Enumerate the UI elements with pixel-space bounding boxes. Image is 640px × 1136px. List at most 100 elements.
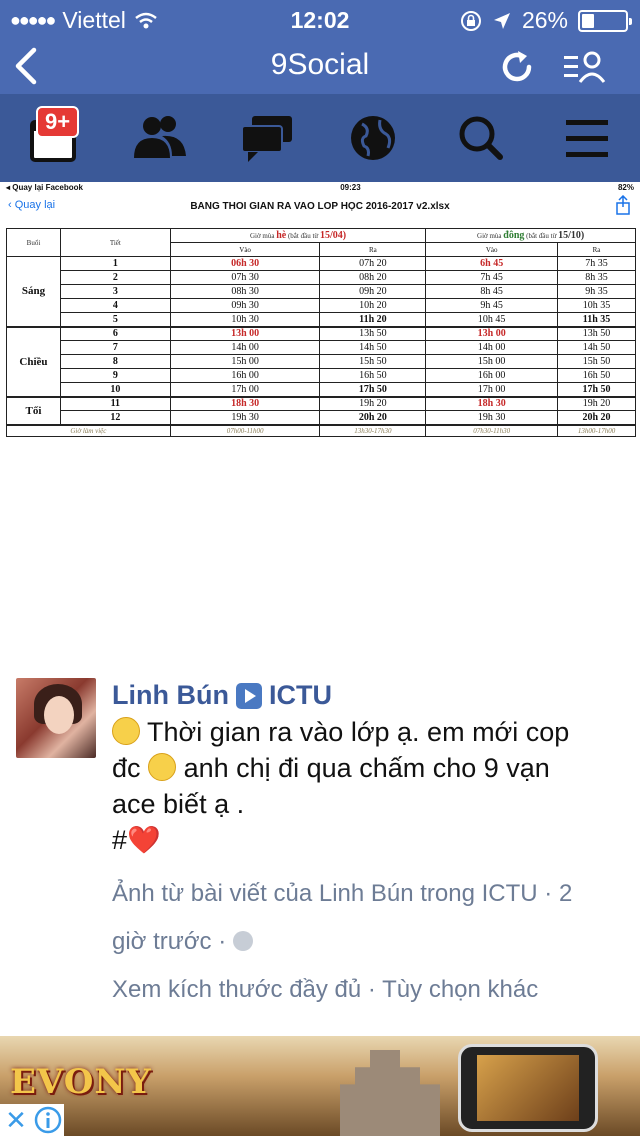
- time-cell: 8h 45: [425, 284, 559, 299]
- post-time: giờ trước ·: [112, 918, 632, 966]
- post-author[interactable]: Linh Bún ICTU: [112, 680, 332, 711]
- time-cell: 17h 50: [557, 382, 636, 397]
- session-cell: Chiều: [6, 325, 61, 397]
- period-cell: 11: [59, 395, 171, 411]
- search-icon[interactable]: [450, 108, 512, 168]
- time-cell: 16h 50: [557, 368, 636, 383]
- location-icon: [493, 12, 510, 29]
- time-cell: 6h 45: [425, 256, 559, 271]
- info-icon[interactable]: [32, 1104, 64, 1136]
- time-cell: 15h 00: [425, 354, 559, 369]
- tongue-emoji-icon: [148, 753, 177, 781]
- session-cell: Sáng: [6, 256, 61, 327]
- time-cell: 7h 35: [557, 256, 636, 271]
- header-winter: Giờ mùa đông (bắt đầu từ 15/10): [425, 228, 636, 243]
- period-cell: 7: [59, 340, 171, 355]
- battery-percent: 26%: [521, 7, 568, 33]
- header-ra-summer: Ra: [319, 242, 427, 257]
- time-cell: 15h 50: [319, 354, 427, 369]
- avatar[interactable]: [16, 678, 96, 758]
- table-row: 3 08h 30 09h 20 8h 45 9h 35: [7, 284, 636, 299]
- time-cell: 19h 20: [557, 395, 636, 411]
- table-row: 7 14h 00 14h 50 14h 00 14h 50: [7, 340, 636, 355]
- time-cell: 11h 35: [557, 312, 636, 327]
- table-row: 5 10h 30 11h 20 10h 45 11h 35: [7, 312, 636, 327]
- battery-fill: [582, 13, 594, 28]
- period-cell: 4: [59, 298, 171, 313]
- photo-time: 09:23: [340, 183, 361, 192]
- period-cell: 2: [59, 270, 171, 285]
- schedule-table: Buổi Tiết Giờ mùa hè (bắt đầu từ 15/04) …: [6, 228, 636, 437]
- period-cell: 12: [59, 410, 171, 425]
- header-vao-winter: Vào: [425, 242, 559, 257]
- photo-file-name: BANG THOI GIAN RA VAO LOP HỌC 2016-2017 …: [190, 201, 450, 212]
- globe-icon[interactable]: [342, 108, 404, 168]
- photo-source[interactable]: Ảnh từ bài viết của Linh Bún trong ICTU …: [112, 870, 632, 918]
- header-tiet: Tiết: [59, 228, 171, 257]
- period-cell: 8: [59, 354, 171, 369]
- time-cell: 7h 45: [425, 270, 559, 285]
- friends-icon[interactable]: [128, 108, 190, 168]
- ad-brand: EVONY: [10, 1062, 152, 1102]
- notification-badge: 9+: [36, 106, 80, 138]
- time-cell: 09h 20: [319, 284, 427, 299]
- status-bar: ●●●●● Viettel 12:02 26%: [0, 0, 640, 40]
- menu-icon[interactable]: [556, 108, 618, 168]
- share-icon: [616, 195, 630, 215]
- friends-list-icon[interactable]: [562, 44, 608, 90]
- time-cell: 08h 20: [319, 270, 427, 285]
- time-cell: 9h 45: [425, 298, 559, 313]
- photo-battery: 82%: [617, 183, 634, 192]
- header-buoi: Buổi: [6, 228, 61, 257]
- period-cell: 10: [59, 382, 171, 397]
- play-arrow-icon: [235, 682, 262, 709]
- period-cell: 5: [59, 312, 171, 327]
- time-cell: 10h 35: [557, 298, 636, 313]
- time-cell: 17h 00: [169, 382, 321, 397]
- table-row: 12 19h 30 20h 20 19h 30 20h 20: [7, 410, 636, 425]
- table-row: Chiều 6 13h 00 13h 50 13h 00 13h 50: [6, 325, 636, 397]
- header-vao-summer: Vào: [169, 242, 321, 257]
- time-cell: 16h 00: [169, 368, 321, 383]
- header-summer: Giờ mùa hè (bắt đầu từ 15/04): [169, 228, 427, 243]
- group-name[interactable]: ICTU: [269, 680, 332, 711]
- footer-label: Giờ làm việc: [6, 423, 171, 437]
- table-row: 4 09h 30 10h 20 9h 45 10h 35: [7, 298, 636, 313]
- session-cell: Tối: [6, 395, 61, 425]
- time-cell: 10h 30: [169, 312, 321, 327]
- ad-banner[interactable]: EVONY ✕: [0, 1036, 640, 1136]
- page-title: 9Social: [270, 48, 370, 81]
- smile-emoji-icon: [112, 717, 140, 745]
- table-row: Tối 11 18h 30 19h 20 18h 30 19h 20: [6, 395, 636, 425]
- time-cell: 20h 20: [319, 410, 427, 425]
- time-cell: 13h 50: [319, 325, 427, 341]
- time-cell: 16h 00: [425, 368, 559, 383]
- time-cell: 14h 50: [319, 340, 427, 355]
- top-bar: ●●●●● Viettel 12:02 26% 9Social: [0, 0, 640, 94]
- time-cell: 17h 50: [319, 382, 427, 397]
- author-name[interactable]: Linh Bún: [112, 680, 229, 711]
- time-cell: 09h 30: [169, 298, 321, 313]
- time-cell: 14h 50: [557, 340, 636, 355]
- time-cell: 07h 20: [319, 256, 427, 271]
- rotation-lock-icon: [460, 10, 481, 31]
- period-cell: 6: [59, 325, 171, 341]
- title-bar: 9Social: [0, 40, 640, 94]
- footer-cell: 07h00-11h00: [169, 423, 321, 437]
- period-cell: 3: [59, 284, 171, 299]
- messages-icon[interactable]: [236, 108, 298, 168]
- table-row: 10 17h 00 17h 50 17h 00 17h 50: [7, 382, 636, 397]
- post-text: Thời gian ra vào lớp ạ. em mới cop đc an…: [112, 717, 570, 855]
- globe-icon: [232, 931, 253, 951]
- table-row: 8 15h 00 15h 50 15h 00 15h 50: [7, 354, 636, 369]
- time-cell: 14h 00: [169, 340, 321, 355]
- refresh-icon[interactable]: [494, 44, 540, 90]
- phone-image: [458, 1044, 598, 1132]
- time-cell: 11h 20: [319, 312, 427, 327]
- schedule-photo[interactable]: ◂ Quay lại Facebook 09:23 82% ‹ Quay lại…: [0, 182, 640, 456]
- close-icon[interactable]: ✕: [0, 1104, 32, 1136]
- time-cell: 10h 20: [319, 298, 427, 313]
- photo-options[interactable]: Xem kích thước đầy đủ · Tùy chọn khác: [112, 966, 632, 1014]
- time-cell: 10h 45: [425, 312, 559, 327]
- time-cell: 13h 00: [169, 325, 321, 341]
